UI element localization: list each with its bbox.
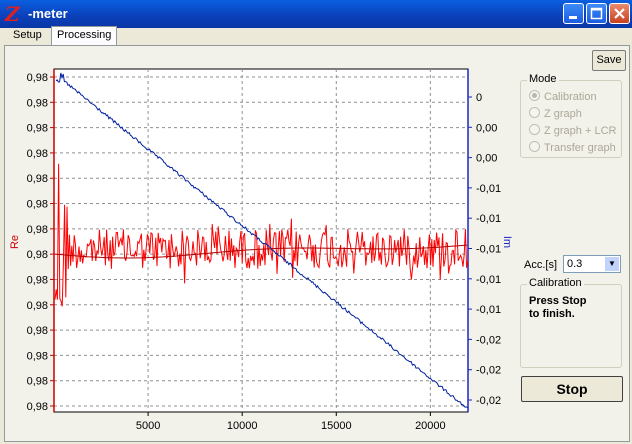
tab-processing-label: Processing bbox=[57, 29, 112, 41]
maximize-icon bbox=[590, 7, 603, 20]
acc-label: Acc.[s] bbox=[524, 259, 558, 271]
tab-processing[interactable]: Processing bbox=[51, 26, 118, 45]
close-icon bbox=[614, 8, 625, 19]
left-tick-label: 0,98 bbox=[27, 199, 48, 211]
minimize-button[interactable] bbox=[563, 3, 584, 24]
mode-option-transfer-graph[interactable]: Transfer graph bbox=[529, 141, 616, 155]
mode-option-calibration[interactable]: Calibration bbox=[529, 90, 597, 104]
radio-icon bbox=[529, 124, 540, 135]
calibration-group: Calibration Press Stop to finish. bbox=[520, 277, 622, 368]
left-tick-label: 0,98 bbox=[27, 401, 48, 413]
right-tick-label: -0,01 bbox=[476, 244, 501, 256]
mode-option-label: Transfer graph bbox=[544, 142, 616, 154]
acc-select[interactable]: 0.3 ▼ bbox=[563, 255, 621, 273]
right-tick-label: 0,00 bbox=[476, 122, 497, 134]
mode-group-label: Mode bbox=[527, 73, 559, 85]
x-tick-label: 10000 bbox=[227, 420, 258, 432]
right-tick-label: -0,01 bbox=[476, 274, 501, 286]
calibration-message-line1: Press Stop bbox=[529, 295, 587, 307]
right-tick-label: -0,02 bbox=[476, 334, 501, 346]
mode-group: Mode Calibration Z graph Z graph + LCR T… bbox=[520, 73, 622, 158]
left-tick-label: 0,98 bbox=[27, 224, 48, 236]
right-tick-label: -0,02 bbox=[476, 395, 501, 407]
left-tick-label: 0,98 bbox=[27, 350, 48, 362]
minimize-icon bbox=[569, 16, 577, 19]
left-tick-label: 0,98 bbox=[27, 300, 48, 312]
right-tick-label: -0,02 bbox=[476, 365, 501, 377]
radio-icon bbox=[529, 141, 540, 152]
left-tick-label: 0,98 bbox=[27, 173, 48, 185]
acc-select-value: 0.3 bbox=[567, 258, 583, 270]
mode-option-label: Z graph + LCR bbox=[544, 125, 617, 137]
calibration-message: Press Stop to finish. bbox=[529, 295, 586, 321]
stop-button-label: Stop bbox=[556, 381, 588, 397]
calibration-message-line2: to finish. bbox=[529, 308, 575, 320]
right-tick-label: -0,01 bbox=[476, 183, 501, 195]
left-tick-label: 0,98 bbox=[27, 274, 48, 286]
calibration-group-label: Calibration bbox=[527, 277, 584, 289]
app-logo-icon: Z bbox=[5, 2, 20, 26]
right-tick-label: 0 bbox=[476, 92, 482, 104]
y-axis-label-im: Im bbox=[501, 236, 513, 248]
stop-button[interactable]: Stop bbox=[521, 376, 623, 402]
left-tick-label: 0,98 bbox=[27, 376, 48, 388]
x-tick-label: 20000 bbox=[415, 420, 446, 432]
right-tick-label: 0,00 bbox=[476, 153, 497, 165]
maximize-button[interactable] bbox=[586, 3, 607, 24]
window-title: -meter bbox=[28, 6, 68, 21]
title-bar: Z -meter bbox=[0, 0, 632, 28]
save-button[interactable]: Save bbox=[592, 50, 626, 71]
left-tick-label: 0,98 bbox=[27, 249, 48, 261]
save-button-label: Save bbox=[596, 54, 622, 66]
mode-option-z-graph[interactable]: Z graph bbox=[529, 107, 582, 121]
chevron-down-icon[interactable]: ▼ bbox=[605, 257, 619, 271]
x-tick-label: 15000 bbox=[321, 420, 352, 432]
left-tick-label: 0,98 bbox=[27, 123, 48, 135]
mode-option-z-graph-lcr[interactable]: Z graph + LCR bbox=[529, 124, 616, 138]
signal-chart: 0,98 0,98 0,98 0,98 0,98 0,98 0,98 0,98 0,98 0,98… bbox=[6, 64, 526, 436]
mode-option-label: Z graph bbox=[544, 108, 582, 120]
mode-option-label: Calibration bbox=[544, 91, 597, 103]
left-tick-label: 0,98 bbox=[27, 97, 48, 109]
right-tick-label: -0,01 bbox=[476, 304, 501, 316]
close-button[interactable] bbox=[609, 3, 630, 24]
tab-setup-label: Setup bbox=[13, 29, 42, 41]
left-tick-label: 0,98 bbox=[27, 325, 48, 337]
x-tick-label: 5000 bbox=[136, 420, 160, 432]
left-tick-label: 0,98 bbox=[27, 72, 48, 84]
right-tick-label: -0,01 bbox=[476, 213, 501, 225]
tab-setup[interactable]: Setup bbox=[8, 27, 47, 44]
radio-selected-icon bbox=[529, 90, 540, 101]
left-tick-label: 0,98 bbox=[27, 148, 48, 160]
radio-icon bbox=[529, 107, 540, 118]
y-axis-label-re: Re bbox=[9, 235, 21, 249]
